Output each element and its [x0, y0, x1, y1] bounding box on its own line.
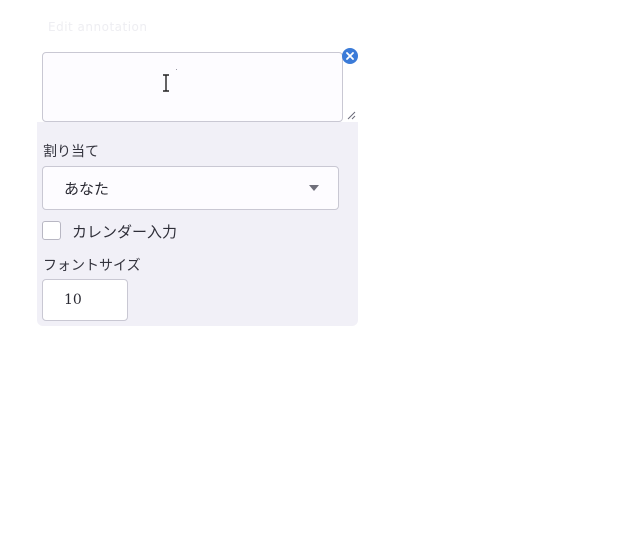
calendar-checkbox[interactable]: [42, 221, 61, 240]
annotation-editor: Edit annotation 割り当て あなた カレンダー入力 フォントサイズ: [0, 0, 620, 560]
chevron-down-icon: [309, 185, 319, 191]
annotation-text-input[interactable]: [42, 52, 343, 122]
assign-select[interactable]: あなた: [42, 166, 339, 210]
cursor-dot: [176, 69, 177, 70]
font-size-label: フォントサイズ: [43, 258, 141, 274]
close-icon: [346, 52, 354, 60]
editor-title: Edit annotation: [48, 20, 148, 34]
text-cursor-icon: [163, 74, 169, 92]
font-size-input[interactable]: [42, 279, 128, 321]
calendar-checkbox-label[interactable]: カレンダー入力: [72, 221, 177, 242]
assign-label: 割り当て: [43, 144, 99, 160]
close-button[interactable]: [342, 48, 358, 64]
resize-grip-icon[interactable]: [346, 110, 356, 120]
assign-select-value: あなた: [64, 180, 110, 198]
